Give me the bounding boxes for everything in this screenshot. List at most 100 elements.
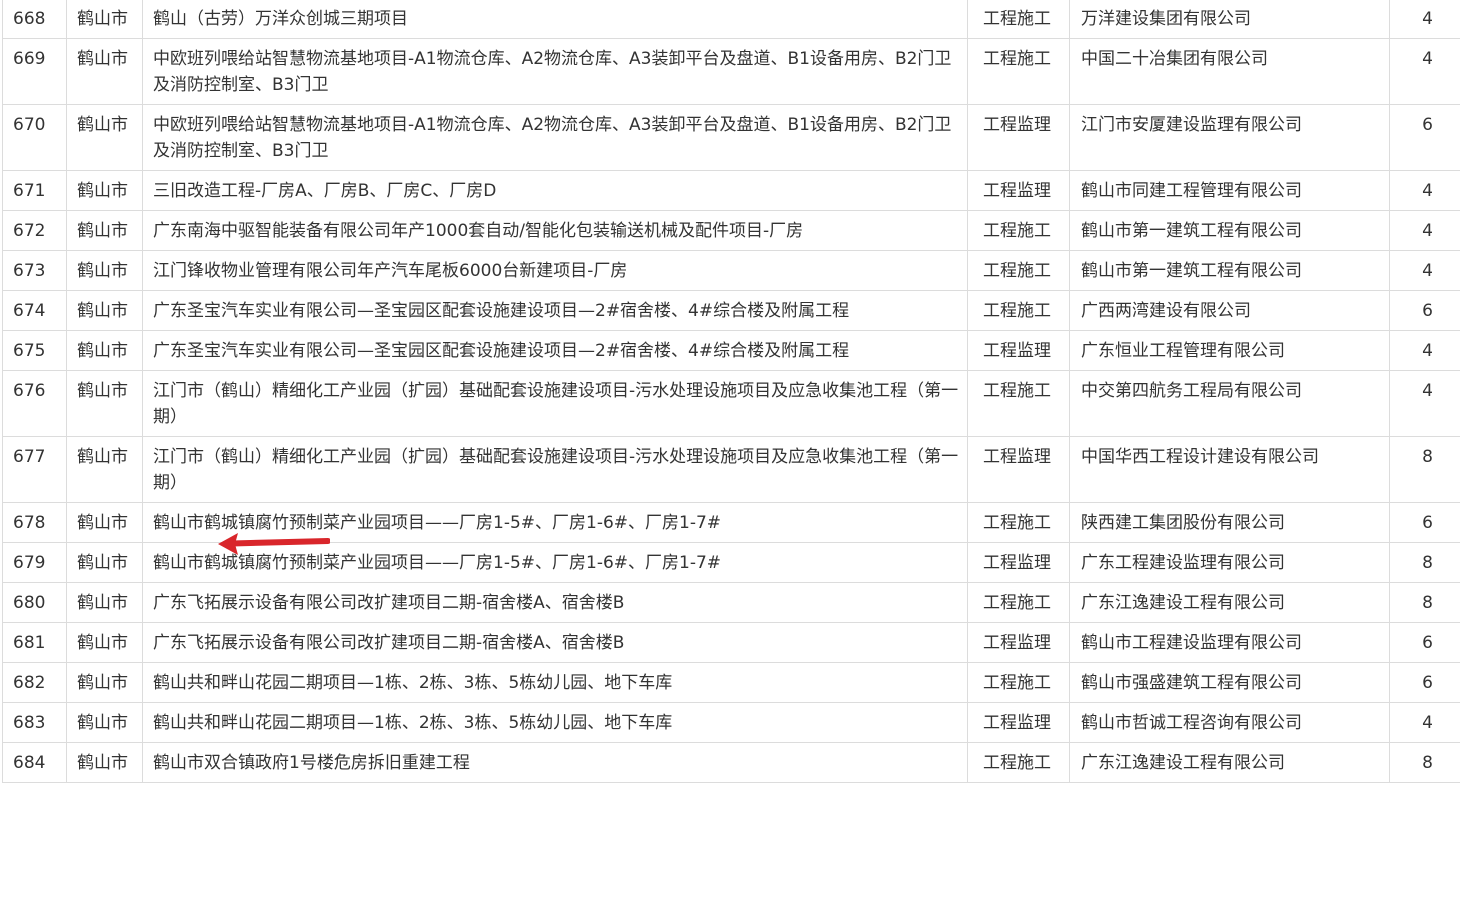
row-number: 668 [2, 0, 67, 39]
contract-type-cell: 工程施工 [967, 290, 1070, 331]
row-number: 675 [2, 330, 67, 371]
table-row: 684 鹤山市 鹤山市双合镇政府1号楼危房拆旧重建工程 工程施工 广东江逸建设工程有限公… [2, 742, 1460, 783]
city-cell: 鹤山市 [66, 38, 143, 105]
contract-type-cell: 工程施工 [967, 742, 1070, 783]
company-name-cell: 广东工程建设监理有限公司 [1069, 542, 1390, 583]
score-cell: 8 [1389, 582, 1460, 623]
city-cell: 鹤山市 [66, 370, 143, 437]
table-row: 683 鹤山市 鹤山共和畔山花园二期项目—1栋、2栋、3栋、5栋幼儿园、地下车库 工程… [2, 702, 1460, 743]
table-row: 677 鹤山市 江门市（鹤山）精细化工产业园（扩园）基础配套设施建设项目-污水处理设… [2, 436, 1460, 503]
table-row: 672 鹤山市 广东南海中驱智能装备有限公司年产1000套自动/智能化包装输送机械及… [2, 210, 1460, 251]
project-name-cell: 鹤山共和畔山花园二期项目—1栋、2栋、3栋、5栋幼儿园、地下车库 [142, 662, 968, 703]
score-cell: 8 [1389, 436, 1460, 503]
row-number: 680 [2, 582, 67, 623]
company-name-cell: 中国华西工程设计建设有限公司 [1069, 436, 1390, 503]
contract-type-cell: 工程施工 [967, 0, 1070, 39]
project-name-cell: 鹤山共和畔山花园二期项目—1栋、2栋、3栋、5栋幼儿园、地下车库 [142, 702, 968, 743]
company-name-cell: 江门市安厦建设监理有限公司 [1069, 104, 1390, 171]
city-cell: 鹤山市 [66, 330, 143, 371]
company-name-cell: 广东恒业工程管理有限公司 [1069, 330, 1390, 371]
city-cell: 鹤山市 [66, 582, 143, 623]
company-name-cell: 万洋建设集团有限公司 [1069, 0, 1390, 39]
score-cell: 4 [1389, 170, 1460, 211]
table-row: 671 鹤山市 三旧改造工程-厂房A、厂房B、厂房C、厂房D 工程监理 鹤山市同建工程管… [2, 170, 1460, 211]
city-cell: 鹤山市 [66, 0, 143, 39]
score-cell: 4 [1389, 0, 1460, 39]
project-name-cell: 中欧班列喂给站智慧物流基地项目-A1物流仓库、A2物流仓库、A3装卸平台及盘道、… [142, 38, 968, 105]
contract-type-cell: 工程监理 [967, 622, 1070, 663]
red-arrow-icon [218, 533, 330, 555]
project-name-cell: 广东圣宝汽车实业有限公司—圣宝园区配套设施建设项目—2#宿舍楼、4#综合楼及附属… [142, 290, 968, 331]
table-row: 670 鹤山市 中欧班列喂给站智慧物流基地项目-A1物流仓库、A2物流仓库、A3装卸… [2, 104, 1460, 171]
table-row: 676 鹤山市 江门市（鹤山）精细化工产业园（扩园）基础配套设施建设项目-污水处理设… [2, 370, 1460, 437]
table-row: 682 鹤山市 鹤山共和畔山花园二期项目—1栋、2栋、3栋、5栋幼儿园、地下车库 工程… [2, 662, 1460, 703]
city-cell: 鹤山市 [66, 250, 143, 291]
project-name-cell: 广东飞拓展示设备有限公司改扩建项目二期-宿舍楼A、宿舍楼B [142, 622, 968, 663]
score-cell: 6 [1389, 290, 1460, 331]
company-name-cell: 中交第四航务工程局有限公司 [1069, 370, 1390, 437]
row-number: 683 [2, 702, 67, 743]
project-name-cell: 鹤山市双合镇政府1号楼危房拆旧重建工程 [142, 742, 968, 783]
contract-type-cell: 工程监理 [967, 436, 1070, 503]
score-cell: 6 [1389, 502, 1460, 543]
score-cell: 4 [1389, 330, 1460, 371]
contract-type-cell: 工程施工 [967, 250, 1070, 291]
city-cell: 鹤山市 [66, 702, 143, 743]
city-cell: 鹤山市 [66, 502, 143, 543]
contract-type-cell: 工程施工 [967, 582, 1070, 623]
company-name-cell: 鹤山市强盛建筑工程有限公司 [1069, 662, 1390, 703]
score-cell: 6 [1389, 104, 1460, 171]
row-number: 671 [2, 170, 67, 211]
company-name-cell: 鹤山市第一建筑工程有限公司 [1069, 250, 1390, 291]
score-cell: 8 [1389, 542, 1460, 583]
table-row: 681 鹤山市 广东飞拓展示设备有限公司改扩建项目二期-宿舍楼A、宿舍楼B 工程监理鹤… [2, 622, 1460, 663]
company-name-cell: 广东江逸建设工程有限公司 [1069, 742, 1390, 783]
company-name-cell: 鹤山市同建工程管理有限公司 [1069, 170, 1390, 211]
city-cell: 鹤山市 [66, 436, 143, 503]
row-number: 679 [2, 542, 67, 583]
table-row: 675 鹤山市 广东圣宝汽车实业有限公司—圣宝园区配套设施建设项目—2#宿舍楼、4#… [2, 330, 1460, 371]
company-name-cell: 中国二十冶集团有限公司 [1069, 38, 1390, 105]
contract-type-cell: 工程监理 [967, 702, 1070, 743]
row-number: 677 [2, 436, 67, 503]
row-number: 669 [2, 38, 67, 105]
city-cell: 鹤山市 [66, 742, 143, 783]
company-name-cell: 鹤山市工程建设监理有限公司 [1069, 622, 1390, 663]
company-name-cell: 陕西建工集团股份有限公司 [1069, 502, 1390, 543]
row-number: 678 [2, 502, 67, 543]
project-name-cell: 广东南海中驱智能装备有限公司年产1000套自动/智能化包装输送机械及配件项目-厂… [142, 210, 968, 251]
table-row: 674 鹤山市 广东圣宝汽车实业有限公司—圣宝园区配套设施建设项目—2#宿舍楼、4#… [2, 290, 1460, 331]
city-cell: 鹤山市 [66, 210, 143, 251]
contract-type-cell: 工程监理 [967, 104, 1070, 171]
contract-type-cell: 工程监理 [967, 330, 1070, 371]
contract-type-cell: 工程施工 [967, 502, 1070, 543]
project-name-cell: 中欧班列喂给站智慧物流基地项目-A1物流仓库、A2物流仓库、A3装卸平台及盘道、… [142, 104, 968, 171]
project-name-cell: 广东圣宝汽车实业有限公司—圣宝园区配套设施建设项目—2#宿舍楼、4#综合楼及附属… [142, 330, 968, 371]
row-number: 674 [2, 290, 67, 331]
contract-type-cell: 工程监理 [967, 170, 1070, 211]
company-name-cell: 鹤山市哲诚工程咨询有限公司 [1069, 702, 1390, 743]
table-row: 680 鹤山市 广东飞拓展示设备有限公司改扩建项目二期-宿舍楼A、宿舍楼B 工程施工广… [2, 582, 1460, 623]
city-cell: 鹤山市 [66, 662, 143, 703]
row-number: 672 [2, 210, 67, 251]
project-name-cell: 江门市（鹤山）精细化工产业园（扩园）基础配套设施建设项目-污水处理设施项目及应急… [142, 436, 968, 503]
contract-type-cell: 工程施工 [967, 210, 1070, 251]
contract-type-cell: 工程施工 [967, 370, 1070, 437]
contract-type-cell: 工程施工 [967, 38, 1070, 105]
results-table: 668 鹤山市 鹤山（古劳）万洋众创城三期项目 工程施工 万洋建设集团有限公司 4 669 鹤… [2, 0, 1460, 783]
table-row: 673 鹤山市 江门锋收物业管理有限公司年产汽车尾板6000台新建项目-厂房 工程施工… [2, 250, 1460, 291]
score-cell: 6 [1389, 662, 1460, 703]
row-number: 670 [2, 104, 67, 171]
results-table-body: 668 鹤山市 鹤山（古劳）万洋众创城三期项目 工程施工 万洋建设集团有限公司 4 669 鹤… [2, 0, 1460, 783]
contract-type-cell: 工程施工 [967, 662, 1070, 703]
score-cell: 4 [1389, 702, 1460, 743]
company-name-cell: 鹤山市第一建筑工程有限公司 [1069, 210, 1390, 251]
project-name-cell: 鹤山（古劳）万洋众创城三期项目 [142, 0, 968, 39]
score-cell: 6 [1389, 622, 1460, 663]
city-cell: 鹤山市 [66, 104, 143, 171]
project-name-cell: 江门锋收物业管理有限公司年产汽车尾板6000台新建项目-厂房 [142, 250, 968, 291]
score-cell: 4 [1389, 210, 1460, 251]
city-cell: 鹤山市 [66, 170, 143, 211]
score-cell: 4 [1389, 250, 1460, 291]
score-cell: 8 [1389, 742, 1460, 783]
